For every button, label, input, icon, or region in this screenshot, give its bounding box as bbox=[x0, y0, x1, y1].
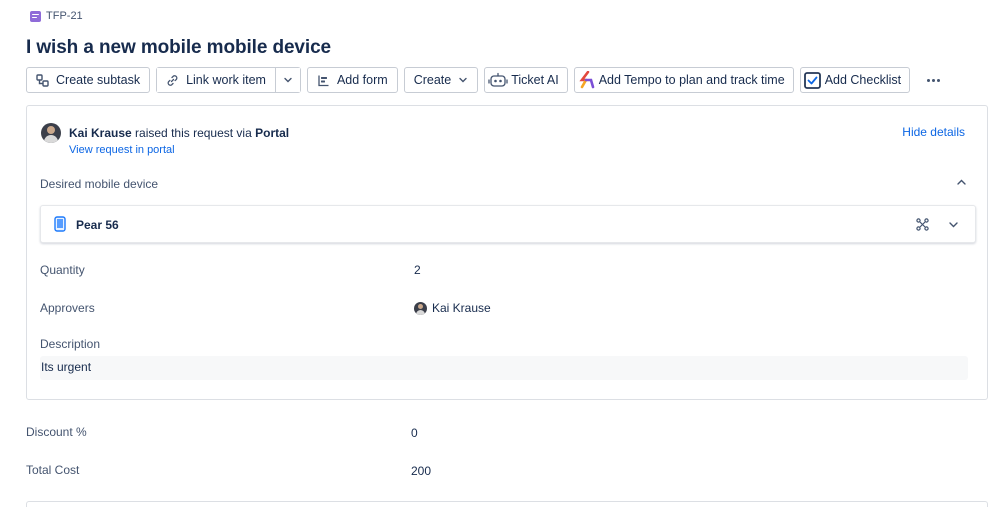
approvers-label: Approvers bbox=[40, 301, 95, 315]
ticket-ai-label: Ticket AI bbox=[511, 73, 559, 87]
hide-details-link[interactable]: Hide details bbox=[902, 125, 965, 139]
add-checklist-button[interactable]: Add Checklist bbox=[799, 67, 911, 93]
quantity-value[interactable]: 2 bbox=[414, 263, 421, 277]
total-cost-label: Total Cost bbox=[26, 463, 80, 477]
desired-device-label: Desired mobile device bbox=[40, 177, 159, 191]
link-work-item-split: Link work item bbox=[156, 67, 301, 93]
create-button[interactable]: Create bbox=[403, 67, 479, 93]
chevron-down-icon[interactable] bbox=[948, 219, 959, 230]
tempo-logo-icon bbox=[579, 71, 594, 89]
chevron-down-icon bbox=[284, 77, 292, 83]
create-subtask-label: Create subtask bbox=[56, 73, 141, 87]
subtask-icon bbox=[36, 73, 49, 87]
link-work-item-dropdown[interactable] bbox=[275, 68, 300, 92]
channel-name: Portal bbox=[255, 126, 290, 140]
ticket-ai-button[interactable]: Ticket AI bbox=[484, 67, 568, 93]
issue-key-label[interactable]: TFP-21 bbox=[46, 10, 83, 22]
chevron-up-icon[interactable] bbox=[956, 177, 967, 188]
avatar bbox=[414, 301, 427, 315]
device-card[interactable]: Pear 56 bbox=[40, 205, 976, 243]
more-icon bbox=[926, 78, 930, 82]
robot-icon bbox=[488, 72, 508, 87]
checkbox-icon bbox=[803, 71, 821, 89]
add-form-button[interactable]: Add form bbox=[306, 67, 398, 93]
issue-key[interactable]: TFP-21 bbox=[30, 10, 83, 22]
more-actions-button[interactable] bbox=[920, 67, 946, 93]
requester-name[interactable]: Kai Krause bbox=[69, 126, 132, 140]
discount-value[interactable]: 0 bbox=[411, 426, 418, 440]
next-section-edge bbox=[26, 501, 988, 507]
quantity-label: Quantity bbox=[40, 263, 85, 277]
service-request-icon bbox=[30, 10, 41, 22]
requester-text: Kai Krause raised this request via Porta… bbox=[69, 126, 289, 140]
expand-icon[interactable] bbox=[916, 218, 929, 231]
create-subtask-button[interactable]: Create subtask bbox=[26, 67, 151, 93]
issue-toolbar: Create subtask Link work item Add form C… bbox=[26, 67, 946, 93]
more-icon-dot bbox=[936, 78, 940, 82]
raised-text: raised this request via bbox=[135, 126, 252, 140]
requester-line: Kai Krause raised this request via Porta… bbox=[41, 123, 289, 143]
more-icon-dot bbox=[931, 78, 935, 82]
approver-name: Kai Krause bbox=[432, 301, 491, 315]
link-work-item-button[interactable]: Link work item bbox=[157, 68, 275, 92]
description-label: Description bbox=[40, 337, 101, 351]
request-details-card: Kai Krause raised this request via Porta… bbox=[26, 105, 988, 400]
approver-value[interactable]: Kai Krause bbox=[414, 301, 491, 315]
page-title[interactable]: I wish a new mobile mobile device bbox=[26, 37, 331, 59]
link-work-item-label: Link work item bbox=[186, 73, 266, 87]
link-icon bbox=[167, 74, 178, 86]
avatar[interactable] bbox=[41, 123, 61, 143]
phone-icon bbox=[54, 216, 66, 232]
total-cost-value[interactable]: 200 bbox=[411, 464, 431, 478]
device-name: Pear 56 bbox=[76, 218, 119, 232]
form-icon bbox=[318, 75, 329, 86]
create-label: Create bbox=[413, 73, 452, 87]
chevron-down-icon bbox=[459, 77, 467, 83]
view-request-link[interactable]: View request in portal bbox=[69, 144, 175, 156]
add-tempo-button[interactable]: Add Tempo to plan and track time bbox=[573, 67, 794, 93]
add-checklist-label: Add Checklist bbox=[824, 73, 902, 87]
add-form-label: Add form bbox=[336, 73, 388, 87]
description-value[interactable]: Its urgent bbox=[40, 356, 968, 380]
add-tempo-label: Add Tempo to plan and track time bbox=[598, 73, 785, 87]
discount-label: Discount % bbox=[26, 425, 87, 439]
